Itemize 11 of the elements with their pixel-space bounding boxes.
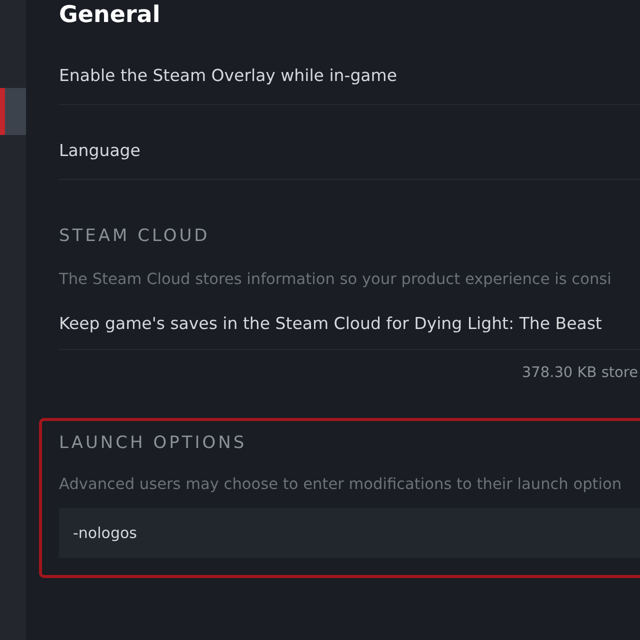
setting-label: Keep game's saves in the Steam Cloud for Dying Light: The Beast [59, 314, 602, 334]
section-description: Advanced users may choose to enter modifications to their launch option [59, 475, 623, 493]
launch-options-field[interactable]: -nologos [59, 508, 640, 558]
sidebar-item[interactable] [0, 88, 26, 135]
section-heading: LAUNCH OPTIONS [59, 433, 248, 453]
page-title: General [59, 1, 162, 30]
setting-label: Language [59, 141, 140, 161]
setting-label: Enable the Steam Overlay while in-game [59, 66, 398, 86]
storage-text: 378.30 KB store [522, 365, 638, 381]
section-description: The Steam Cloud stores information so your product experience is consi [59, 270, 612, 288]
section-heading: STEAM CLOUD [59, 226, 211, 246]
